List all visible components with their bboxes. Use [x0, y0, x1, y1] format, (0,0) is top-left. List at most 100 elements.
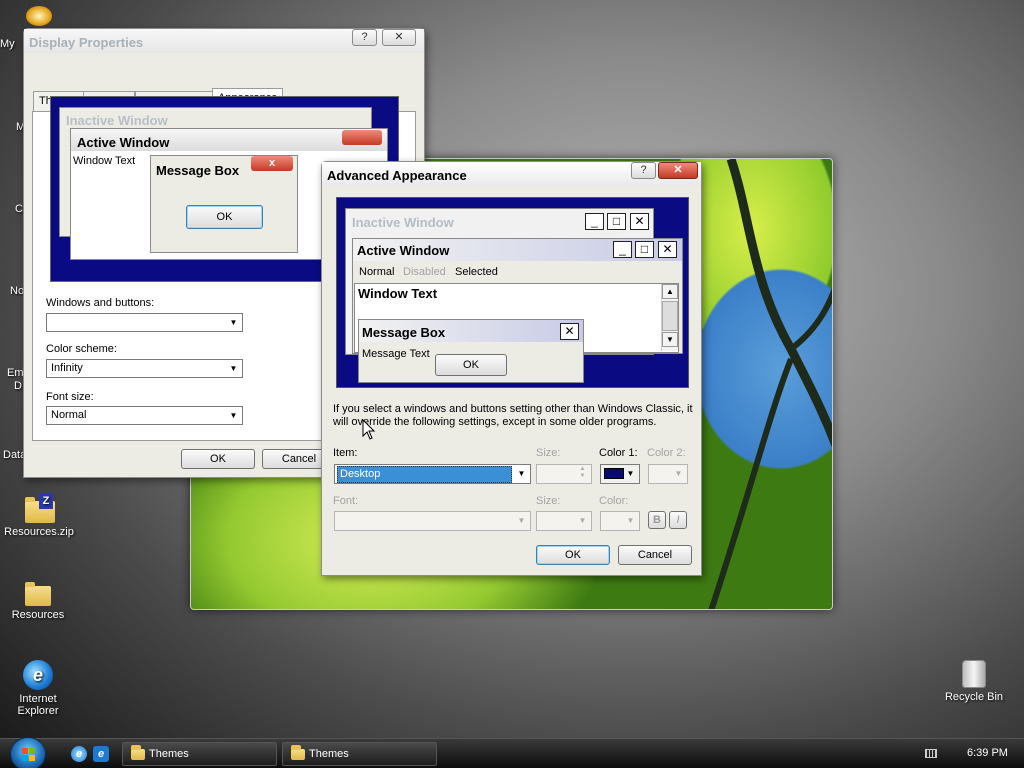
desktop-icon-recycle-bin[interactable]: Recycle Bin: [934, 660, 1014, 703]
preview-active-title: Active Window: [357, 243, 450, 258]
font-color-picker[interactable]: ▼: [600, 511, 640, 531]
taskbar-item-themes-1[interactable]: Themes: [122, 742, 277, 766]
preview-message-box-title: Message Box: [156, 163, 240, 178]
color1-picker[interactable]: ▼: [600, 464, 640, 484]
color-scheme-select[interactable]: Infinity ▼: [46, 359, 243, 378]
quicklaunch-ie-icon[interactable]: e: [71, 746, 87, 762]
taskbar-item-label: Themes: [149, 748, 189, 760]
chevron-down-icon: ▼: [517, 516, 526, 525]
zip-folder-icon: Z: [23, 493, 55, 523]
preview-inactive-title: Inactive Window: [352, 215, 454, 230]
color-scheme-value: Infinity: [51, 362, 83, 374]
desktop-label-c[interactable]: C: [15, 203, 23, 215]
font-size-select[interactable]: Normal ▼: [46, 406, 243, 425]
taskbar: e e Themes Themes 6:39 PM: [0, 737, 1024, 768]
font-size-value: Normal: [51, 409, 87, 421]
clock[interactable]: 6:39 PM: [967, 747, 1008, 759]
close-button[interactable]: ✕: [658, 162, 698, 179]
taskbar-item-themes-2[interactable]: Themes: [282, 742, 437, 766]
preview-menu-normal: Normal: [359, 266, 395, 278]
font-label: Font:: [333, 495, 359, 507]
desktop-label-em[interactable]: Em: [7, 367, 24, 379]
desktop-label-d[interactable]: D: [14, 380, 22, 392]
preview-menu-disabled: Disabled: [403, 266, 446, 278]
item-value: Desktop: [337, 466, 512, 483]
desktop-label-no[interactable]: No: [10, 285, 24, 297]
desktop-icon-label: Resources.zip: [4, 526, 74, 538]
minimize-icon: _: [613, 241, 632, 258]
preview-ok-button: OK: [186, 205, 263, 229]
desktop-icon-resources-zip[interactable]: Z Resources.zip: [0, 493, 79, 538]
size-label: Size:: [536, 447, 561, 459]
windows-logo-icon: [22, 748, 35, 761]
color1-label: Color 1:: [599, 447, 638, 459]
minimize-icon: _: [585, 213, 604, 230]
preview-inactive-title: Inactive Window: [66, 113, 168, 128]
preview-ok-button: OK: [435, 354, 507, 376]
preview-active-close: [342, 130, 382, 145]
chevron-down-icon: ▼: [626, 469, 635, 478]
item-label: Item:: [333, 447, 358, 459]
mouse-cursor-icon: [362, 419, 376, 440]
desktop-label-my[interactable]: My: [0, 38, 15, 50]
advanced-appearance-dialog: Advanced Appearance ? ✕ Inactive Window …: [321, 161, 702, 576]
taskbar-item-label: Themes: [309, 748, 349, 760]
internet-explorer-icon: e: [23, 660, 53, 690]
chevron-down-icon: ▼: [229, 364, 238, 373]
folder-icon: [131, 745, 145, 760]
advanced-cancel-button[interactable]: Cancel: [618, 545, 692, 565]
color2-picker[interactable]: ▼: [648, 464, 688, 484]
desktop-icon-resources[interactable]: Resources: [0, 580, 78, 621]
color1-swatch: [604, 468, 624, 479]
keyboard-icon[interactable]: [925, 749, 937, 758]
scroll-up-icon: ▲: [662, 284, 678, 299]
preview-menu-selected: Selected: [455, 266, 498, 278]
italic-button[interactable]: I: [669, 511, 687, 529]
quicklaunch-ie2-icon[interactable]: e: [93, 746, 109, 762]
font-size-select[interactable]: ▼: [536, 511, 592, 531]
font-size-label: Font size:: [46, 391, 94, 403]
maximize-icon: □: [635, 241, 654, 258]
help-button[interactable]: ?: [352, 29, 377, 46]
computer-icon[interactable]: [26, 6, 52, 26]
chevron-down-icon: ▼: [578, 516, 587, 525]
recycle-bin-icon: [962, 660, 986, 688]
scroll-thumb: [662, 301, 678, 331]
chevron-down-icon: ▼: [229, 318, 238, 327]
desktop-icon-label: Recycle Bin: [944, 691, 1004, 703]
desktop-icon-label: Resources: [11, 609, 65, 621]
chevron-down-icon: ▼: [517, 469, 526, 478]
maximize-icon: □: [607, 213, 626, 230]
chevron-down-icon: ▼: [674, 469, 683, 478]
windows-buttons-label: Windows and buttons:: [46, 297, 155, 309]
folder-icon: [291, 745, 305, 760]
bold-button[interactable]: B: [648, 511, 666, 529]
spinner-arrows-icon: ▲ ▼: [579, 466, 586, 479]
close-button[interactable]: ✕: [382, 29, 416, 46]
close-icon: ✕: [658, 241, 677, 258]
scroll-down-icon: ▼: [662, 332, 678, 347]
preview-active-title: Active Window: [77, 135, 170, 150]
preview-message-close: x: [251, 156, 293, 171]
font-size-label: Size:: [536, 495, 561, 507]
display-ok-button[interactable]: OK: [181, 449, 255, 469]
advanced-notice-text: If you select a windows and buttons sett…: [333, 403, 693, 428]
close-icon: ✕: [630, 213, 649, 230]
preview-message-box-title: Message Box: [362, 325, 446, 340]
help-button[interactable]: ?: [631, 162, 656, 179]
font-select[interactable]: ▼: [334, 511, 531, 531]
folder-icon: [22, 580, 54, 606]
preview-window-text: Window Text: [358, 286, 438, 301]
item-select[interactable]: Desktop ▼: [334, 464, 531, 484]
font-color-label: Color:: [599, 495, 629, 507]
size-spinner[interactable]: ▲ ▼: [536, 464, 592, 484]
advanced-ok-button[interactable]: OK: [536, 545, 610, 565]
preview-scrollbar: ▲ ▼: [661, 284, 678, 351]
preview-message-text: Message Text: [362, 348, 430, 360]
desktop-icon-internet-explorer[interactable]: e Internet Explorer: [0, 660, 78, 717]
start-button[interactable]: [10, 737, 46, 768]
color-scheme-label: Color scheme:: [46, 343, 117, 355]
chevron-down-icon: ▼: [626, 516, 635, 525]
desktop-icon-label: Internet Explorer: [17, 693, 59, 717]
windows-buttons-select[interactable]: ▼: [46, 313, 243, 332]
